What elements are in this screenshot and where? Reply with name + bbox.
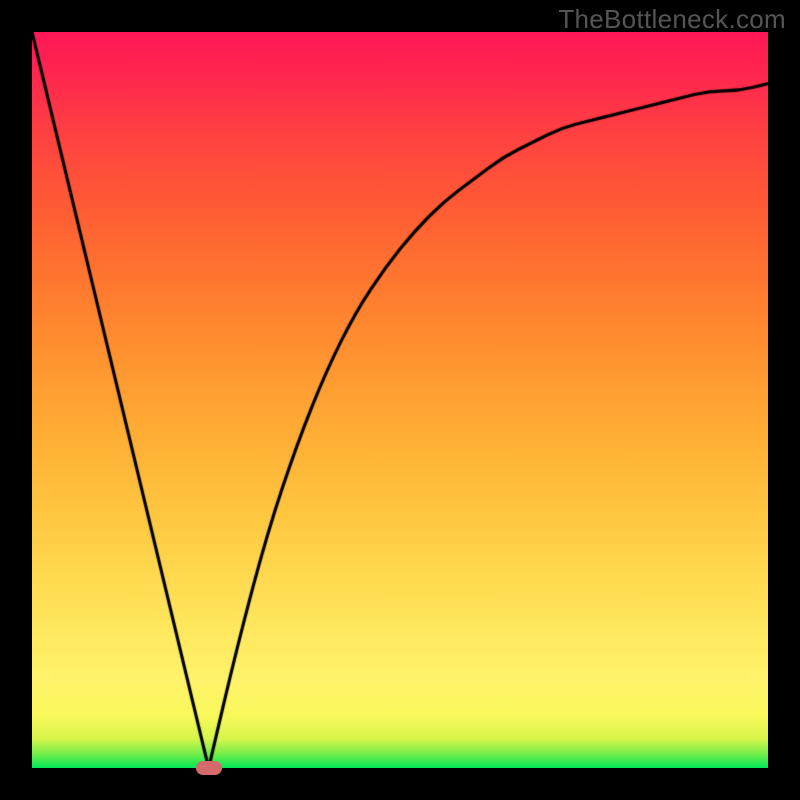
optimum-marker <box>196 761 222 775</box>
chart-container: TheBottleneck.com <box>0 0 800 800</box>
plot-area <box>32 32 768 768</box>
bottleneck-curve <box>32 32 768 768</box>
watermark-text: TheBottleneck.com <box>558 4 786 35</box>
